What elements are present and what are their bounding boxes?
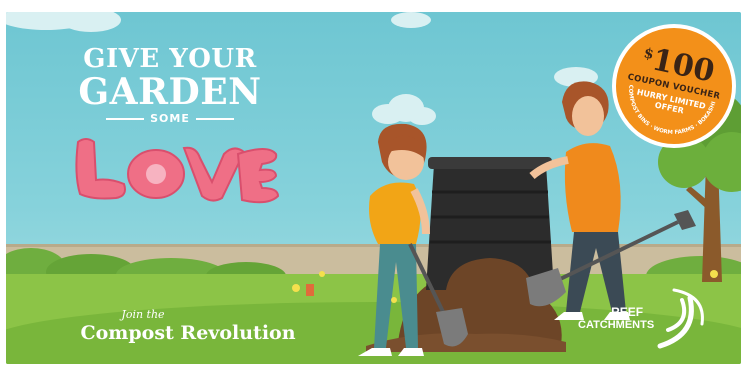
headline: GIVE YOUR GARDEN SOME (70, 46, 270, 124)
reef-wave-logo-icon (657, 288, 704, 349)
reef-logo-text: REEF CATCHMENTS (578, 305, 655, 332)
flower-icon (292, 284, 300, 292)
coupon-arc-label: COMPOST BINS · WORM FARMS · BOKASHI BINS (605, 17, 732, 144)
cta-small-text: Join the (121, 308, 165, 321)
cta-join[interactable]: Join the Compost Revolution (78, 308, 298, 344)
coupon-arc-text: COMPOST BINS · WORM FARMS · BOKASHI BINS (605, 17, 732, 144)
reef-catchments-logo: REEF CATCHMENTS (576, 284, 726, 354)
trowel-icon (306, 284, 314, 296)
divider (195, 117, 234, 120)
flower-icon (710, 270, 718, 278)
brand-line1: REEF (611, 305, 644, 319)
brand-line2: CATCHMENTS (578, 319, 655, 332)
headline-line3: SOME (150, 112, 190, 125)
flower-icon (391, 297, 397, 303)
woman-gardener-illustration (358, 123, 430, 356)
promo-banner[interactable]: GIVE YOUR GARDEN SOME Join the Compost R… (6, 12, 741, 364)
cta-title: Compost Revolution (80, 322, 296, 344)
headline-some-row: SOME (70, 113, 270, 124)
headline-line1: GIVE YOUR (83, 44, 257, 74)
love-lettering-icon (75, 138, 280, 204)
flower-icon (319, 271, 325, 277)
divider (106, 117, 145, 120)
headline-line2: GARDEN (78, 71, 262, 113)
svg-text:COMPOST BINS · WORM FARMS · BO: COMPOST BINS · WORM FARMS · BOKASHI BINS (605, 17, 732, 144)
